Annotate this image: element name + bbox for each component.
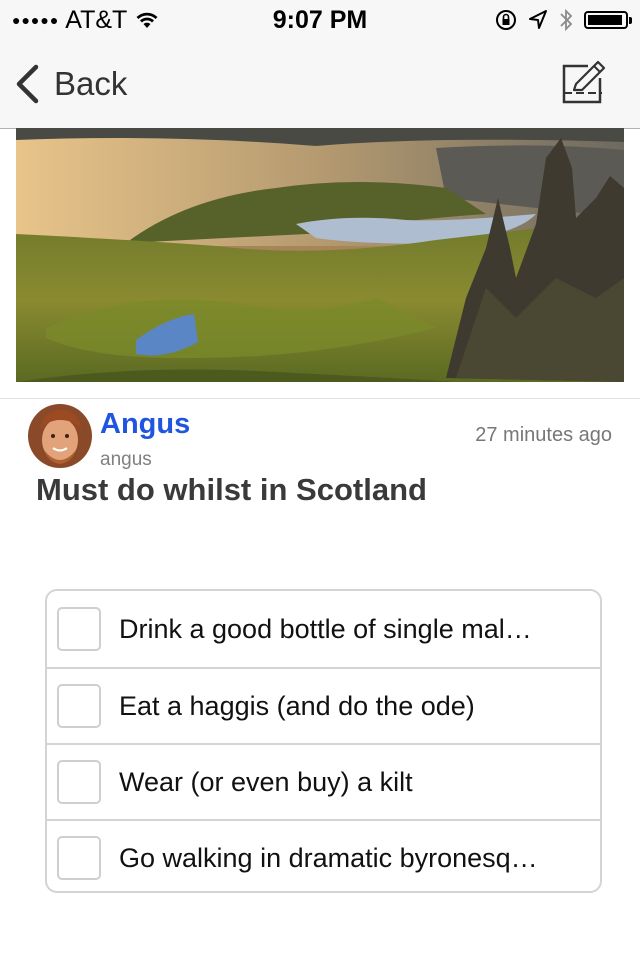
back-button[interactable]: Back — [14, 60, 127, 108]
back-label: Back — [54, 65, 128, 102]
status-right — [494, 0, 632, 40]
checkbox[interactable] — [57, 760, 101, 804]
checklist: Drink a good bottle of single mal… Eat a… — [45, 589, 602, 893]
checklist-item[interactable]: Go walking in dramatic byronesq… — [47, 819, 600, 891]
location-arrow-icon — [529, 10, 547, 29]
nav-bar: Back — [0, 40, 640, 129]
avatar[interactable] — [28, 404, 92, 468]
section-divider — [0, 398, 640, 399]
post-timestamp: 27 minutes ago — [475, 424, 612, 446]
checklist-item[interactable]: Eat a haggis (and do the ode) — [47, 667, 600, 743]
landscape-photo — [16, 128, 624, 382]
checkbox[interactable] — [57, 607, 101, 651]
checklist-item[interactable]: Wear (or even buy) a kilt — [47, 743, 600, 819]
checkbox[interactable] — [57, 836, 101, 880]
compose-icon[interactable] — [560, 60, 608, 108]
post-title: Must do whilst in Scotland — [36, 472, 427, 507]
author-name[interactable]: Angus — [100, 408, 190, 441]
checklist-item-label: Eat a haggis (and do the ode) — [119, 690, 475, 721]
orientation-lock-icon — [496, 10, 516, 30]
battery-icon — [584, 11, 632, 29]
battery-level — [588, 15, 622, 25]
status-bar: ●●●●● AT&T 9:07 PM — [0, 0, 640, 40]
checklist-item-label: Drink a good bottle of single mal… — [119, 613, 532, 644]
checkbox[interactable] — [57, 684, 101, 728]
checklist-item[interactable]: Drink a good bottle of single mal… — [47, 591, 600, 667]
bluetooth-icon — [560, 8, 573, 32]
author-handle: angus — [100, 449, 152, 470]
checklist-item-label: Wear (or even buy) a kilt — [119, 766, 413, 797]
chevron-left-icon — [16, 64, 39, 104]
checklist-item-label: Go walking in dramatic byronesq… — [119, 842, 538, 873]
